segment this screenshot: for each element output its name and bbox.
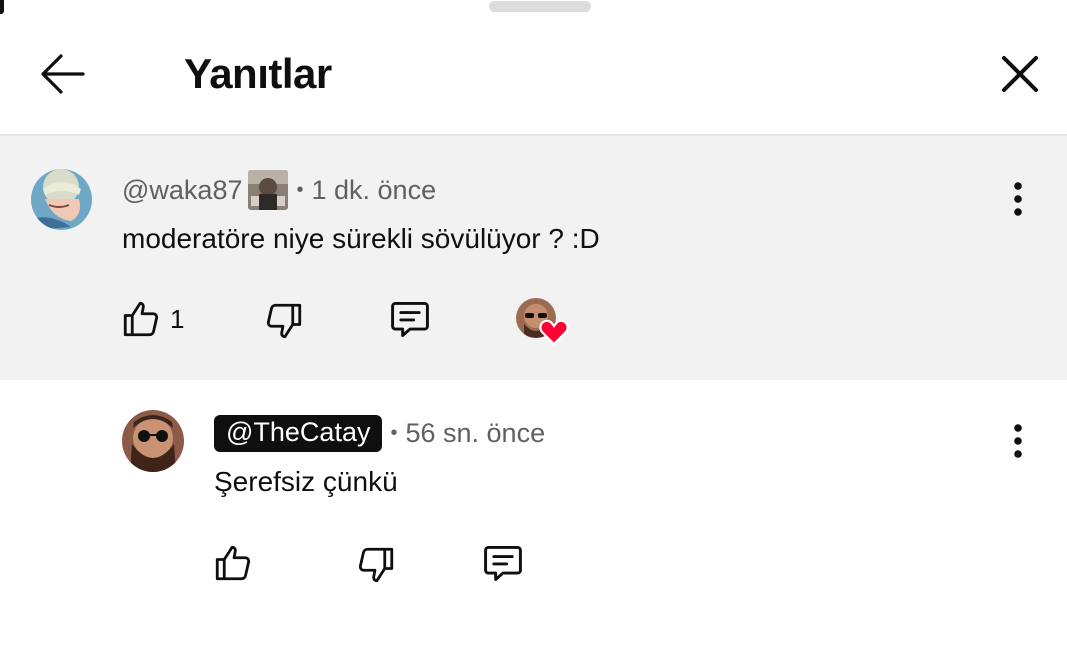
- author-handle[interactable]: @TheCatay: [214, 414, 383, 452]
- thumbs-up-icon: [123, 301, 159, 337]
- dislike-button[interactable]: [355, 542, 397, 588]
- more-vert-icon: [1014, 424, 1022, 458]
- close-button[interactable]: [992, 46, 1048, 102]
- avatar[interactable]: [122, 410, 184, 472]
- comment-meta: @waka87 • 1 dk. önce: [122, 168, 436, 212]
- comment-meta: @TheCatay • 56 sn. önce: [214, 410, 545, 456]
- more-options-button[interactable]: [998, 174, 1038, 224]
- page-title: Yanıtlar: [184, 50, 332, 97]
- back-button[interactable]: [32, 46, 92, 102]
- heart-icon: [539, 319, 569, 346]
- avatar[interactable]: [31, 169, 92, 230]
- reply-comment: @TheCatay • 56 sn. önce Şerefsiz çünkü: [0, 380, 1067, 670]
- like-button[interactable]: 1: [120, 296, 184, 342]
- replies-panel: Yanıtlar @waka87 • 1 dk. önce moderatöre…: [0, 0, 1067, 670]
- comment-text: Şerefsiz çünkü: [214, 466, 398, 497]
- thumbs-up-icon: [215, 545, 251, 581]
- author-handle[interactable]: @waka87: [122, 175, 242, 206]
- drag-handle[interactable]: [489, 1, 591, 12]
- arrow-left-icon: [41, 54, 85, 94]
- thumbs-down-icon: [358, 547, 394, 583]
- separator-dot: •: [390, 421, 398, 444]
- comment-text: moderatöre niye sürekli sövülüyor ? :D: [122, 223, 600, 254]
- replies-header: Yanıtlar: [0, 0, 1067, 136]
- member-badge: [248, 170, 289, 210]
- thumbs-down-icon: [266, 303, 302, 339]
- more-options-button[interactable]: [998, 416, 1038, 466]
- dislike-button[interactable]: [263, 298, 305, 344]
- comment-time: 56 sn. önce: [405, 417, 546, 448]
- like-button[interactable]: [212, 540, 254, 586]
- reply-button[interactable]: [480, 540, 526, 586]
- corner-mark: [0, 0, 4, 14]
- close-icon: [1002, 56, 1038, 92]
- comment-icon: [391, 301, 429, 337]
- comment-icon: [484, 545, 522, 581]
- creator-heart: [514, 296, 570, 346]
- comment-time: 1 dk. önce: [311, 174, 437, 205]
- separator-dot: •: [296, 178, 304, 201]
- reply-button[interactable]: [387, 296, 433, 342]
- more-vert-icon: [1014, 182, 1022, 216]
- parent-comment: @waka87 • 1 dk. önce moderatöre niye sür…: [0, 136, 1067, 380]
- like-count: 1: [170, 303, 185, 334]
